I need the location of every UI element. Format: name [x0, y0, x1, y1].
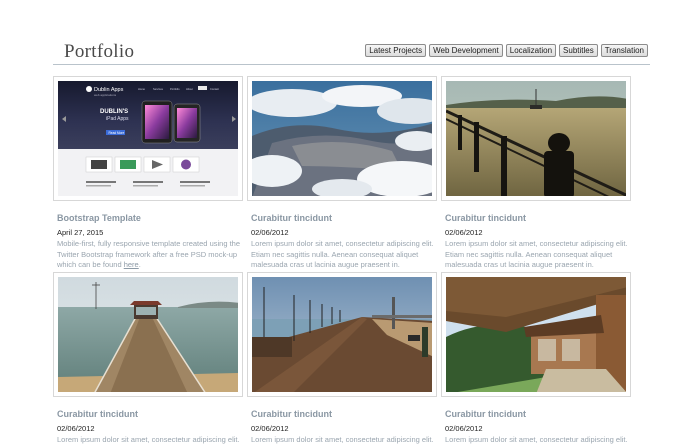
aerial-city-photo	[252, 81, 432, 196]
wooden-house-photo	[446, 277, 626, 392]
thumbnail-railing-sunset[interactable]	[441, 76, 631, 201]
thumbnail-pier-pavilion[interactable]	[53, 272, 243, 397]
filter-latest-projects[interactable]: Latest Projects	[365, 44, 427, 57]
filter-web-development[interactable]: Web Development	[429, 44, 503, 57]
card-description: Lorem ipsum dolor sit amet, consectetur …	[57, 435, 240, 444]
website-mockup-image: Dublin Apps web applications Home Servic…	[58, 81, 238, 196]
card-title[interactable]: Curabitur tincidunt	[251, 213, 332, 223]
card-date: 02/06/2012	[251, 228, 289, 237]
thumbnail-aerial-city[interactable]	[247, 76, 437, 201]
card-description: Mobile-first, fully responsive template …	[57, 239, 242, 271]
card-date: 02/06/2012	[445, 424, 483, 433]
card-description: Lorem ipsum dolor sit amet, consectetur …	[445, 239, 628, 269]
page-title: Portfolio	[64, 41, 135, 62]
thumbnail-bootstrap-template[interactable]: Dublin Apps web applications Home Servic…	[53, 76, 243, 201]
card-title[interactable]: Curabitur tincidunt	[251, 409, 332, 419]
card-title[interactable]: Curabitur tincidunt	[445, 213, 526, 223]
boardwalk-photo	[252, 277, 432, 392]
mock-nav-1: Home	[138, 87, 145, 91]
mock-heading: DUBLIN'S	[100, 109, 128, 115]
mock-nav-3: Portfolio	[170, 87, 180, 91]
here-link[interactable]: here	[124, 260, 139, 269]
thumbnail-boardwalk[interactable]	[247, 272, 437, 397]
card-description-text: Mobile-first, fully responsive template …	[57, 239, 241, 269]
thumbnail-wooden-house[interactable]	[441, 272, 631, 397]
card-date: 02/06/2012	[445, 228, 483, 237]
mock-brand-sub: web applications	[94, 93, 117, 97]
mock-nav-2: Services	[153, 87, 164, 91]
card-title[interactable]: Curabitur tincidunt	[445, 409, 526, 419]
mock-heading-2: iPad Apps	[106, 116, 129, 122]
filter-localization[interactable]: Localization	[505, 44, 557, 57]
card-description: Lorem ipsum dolor sit amet, consectetur …	[251, 435, 434, 444]
mock-cta: Read More	[109, 131, 125, 135]
card-date: 02/06/2012	[57, 424, 95, 433]
portfolio-header: Portfolio Latest Projects Web Developmen…	[53, 38, 650, 65]
card-date: April 27, 2015	[57, 228, 104, 237]
card-description: Lorem ipsum dolor sit amet, consectetur …	[445, 435, 628, 444]
filter-bar: Latest Projects Web Development Localiza…	[365, 44, 648, 57]
card-description-end: .	[138, 260, 141, 269]
card-description: Lorem ipsum dolor sit amet, consectetur …	[251, 239, 434, 269]
mock-nav-5: Contact	[210, 87, 219, 91]
mock-nav-4: About	[186, 87, 193, 91]
card-date: 02/06/2012	[251, 424, 289, 433]
railing-sunset-photo	[446, 81, 626, 196]
filter-subtitles[interactable]: Subtitles	[559, 44, 598, 57]
pier-pavilion-photo	[58, 277, 238, 392]
card-title[interactable]: Bootstrap Template	[57, 213, 141, 223]
card-title[interactable]: Curabitur tincidunt	[57, 409, 138, 419]
filter-translation[interactable]: Translation	[600, 44, 648, 57]
